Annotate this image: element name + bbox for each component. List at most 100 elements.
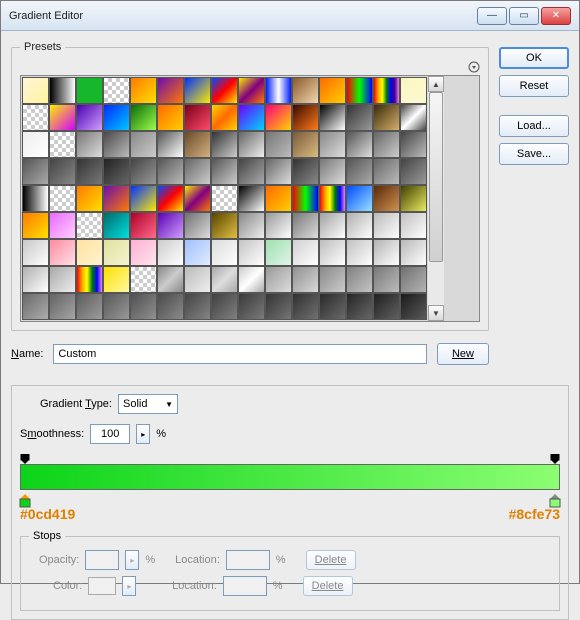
preset-swatch[interactable]	[157, 185, 184, 212]
preset-swatch[interactable]	[373, 185, 400, 212]
preset-swatch[interactable]	[373, 104, 400, 131]
preset-swatch[interactable]	[373, 266, 400, 293]
preset-swatch[interactable]	[292, 185, 319, 212]
preset-swatch[interactable]	[157, 293, 184, 320]
preset-swatch[interactable]	[22, 131, 49, 158]
opacity-stop-right[interactable]	[550, 454, 560, 464]
preset-swatch[interactable]	[130, 185, 157, 212]
minimize-button[interactable]: —	[477, 7, 507, 25]
preset-swatch[interactable]	[22, 239, 49, 266]
preset-swatch[interactable]	[211, 266, 238, 293]
preset-swatch[interactable]	[22, 266, 49, 293]
preset-swatch[interactable]	[292, 77, 319, 104]
preset-swatch[interactable]	[346, 293, 373, 320]
preset-swatch[interactable]	[319, 104, 346, 131]
preset-swatch[interactable]	[130, 239, 157, 266]
preset-swatch[interactable]	[319, 158, 346, 185]
preset-swatch[interactable]	[211, 77, 238, 104]
preset-swatch[interactable]	[76, 158, 103, 185]
preset-swatch[interactable]	[292, 212, 319, 239]
preset-swatch[interactable]	[346, 266, 373, 293]
preset-swatch[interactable]	[76, 266, 103, 293]
preset-swatch[interactable]	[184, 185, 211, 212]
smoothness-input[interactable]	[90, 424, 130, 444]
preset-swatch[interactable]	[103, 266, 130, 293]
preset-swatch[interactable]	[346, 104, 373, 131]
preset-swatch[interactable]	[22, 185, 49, 212]
preset-swatch[interactable]	[400, 104, 427, 131]
preset-swatch[interactable]	[157, 266, 184, 293]
preset-swatch[interactable]	[373, 158, 400, 185]
preset-swatch[interactable]	[265, 266, 292, 293]
preset-swatch[interactable]	[265, 158, 292, 185]
preset-swatch[interactable]	[373, 131, 400, 158]
preset-swatch[interactable]	[157, 104, 184, 131]
preset-swatch[interactable]	[346, 131, 373, 158]
preset-swatch[interactable]	[103, 131, 130, 158]
preset-swatch[interactable]	[238, 77, 265, 104]
preset-swatch[interactable]	[76, 293, 103, 320]
preset-swatch[interactable]	[292, 266, 319, 293]
ok-button[interactable]: OK	[499, 47, 569, 69]
save-button[interactable]: Save...	[499, 143, 569, 165]
preset-swatch[interactable]	[292, 293, 319, 320]
color-stop-left[interactable]	[19, 494, 31, 508]
preset-swatch[interactable]	[76, 185, 103, 212]
preset-swatch[interactable]	[49, 185, 76, 212]
preset-swatch[interactable]	[157, 131, 184, 158]
preset-swatch[interactable]	[211, 158, 238, 185]
preset-swatch[interactable]	[49, 158, 76, 185]
gradient-type-select[interactable]: Solid▼	[118, 394, 178, 414]
gradient-bar[interactable]	[20, 464, 560, 490]
preset-swatch[interactable]	[130, 131, 157, 158]
preset-swatch[interactable]	[49, 239, 76, 266]
presets-scrollbar[interactable]: ▲ ▼	[428, 76, 444, 321]
preset-swatch[interactable]	[211, 131, 238, 158]
preset-swatch[interactable]	[346, 239, 373, 266]
preset-swatch[interactable]	[319, 185, 346, 212]
preset-swatch[interactable]	[103, 293, 130, 320]
preset-swatch[interactable]	[400, 158, 427, 185]
preset-swatch[interactable]	[103, 104, 130, 131]
preset-swatch[interactable]	[184, 293, 211, 320]
preset-swatch[interactable]	[22, 212, 49, 239]
presets-menu-icon[interactable]	[468, 61, 480, 73]
preset-swatch[interactable]	[238, 158, 265, 185]
scroll-down-button[interactable]: ▼	[428, 305, 444, 321]
preset-swatch[interactable]	[292, 131, 319, 158]
preset-swatch[interactable]	[319, 293, 346, 320]
preset-swatch[interactable]	[49, 77, 76, 104]
preset-swatch[interactable]	[49, 266, 76, 293]
preset-swatch[interactable]	[346, 158, 373, 185]
preset-swatch[interactable]	[49, 212, 76, 239]
preset-swatch[interactable]	[400, 185, 427, 212]
preset-swatch[interactable]	[238, 131, 265, 158]
preset-swatch[interactable]	[76, 212, 103, 239]
preset-swatch[interactable]	[292, 239, 319, 266]
preset-swatch[interactable]	[238, 293, 265, 320]
preset-swatch[interactable]	[103, 158, 130, 185]
preset-swatch[interactable]	[76, 239, 103, 266]
preset-swatch[interactable]	[22, 104, 49, 131]
preset-swatch[interactable]	[157, 212, 184, 239]
preset-swatch[interactable]	[76, 104, 103, 131]
preset-swatch[interactable]	[184, 239, 211, 266]
titlebar[interactable]: Gradient Editor — ▭ ✕	[1, 1, 579, 31]
preset-swatch[interactable]	[184, 104, 211, 131]
preset-swatch[interactable]	[184, 158, 211, 185]
preset-swatch[interactable]	[319, 212, 346, 239]
preset-swatch[interactable]	[22, 158, 49, 185]
preset-swatch[interactable]	[346, 185, 373, 212]
preset-swatch[interactable]	[211, 212, 238, 239]
preset-swatch[interactable]	[103, 185, 130, 212]
reset-button[interactable]: Reset	[499, 75, 569, 97]
preset-swatch[interactable]	[157, 77, 184, 104]
smoothness-flyout-button[interactable]: ▸	[136, 424, 150, 444]
preset-swatch[interactable]	[265, 212, 292, 239]
preset-swatch[interactable]	[22, 293, 49, 320]
preset-swatch[interactable]	[265, 104, 292, 131]
preset-swatch[interactable]	[211, 185, 238, 212]
preset-swatch[interactable]	[130, 158, 157, 185]
preset-swatch[interactable]	[76, 77, 103, 104]
preset-swatch[interactable]	[265, 293, 292, 320]
